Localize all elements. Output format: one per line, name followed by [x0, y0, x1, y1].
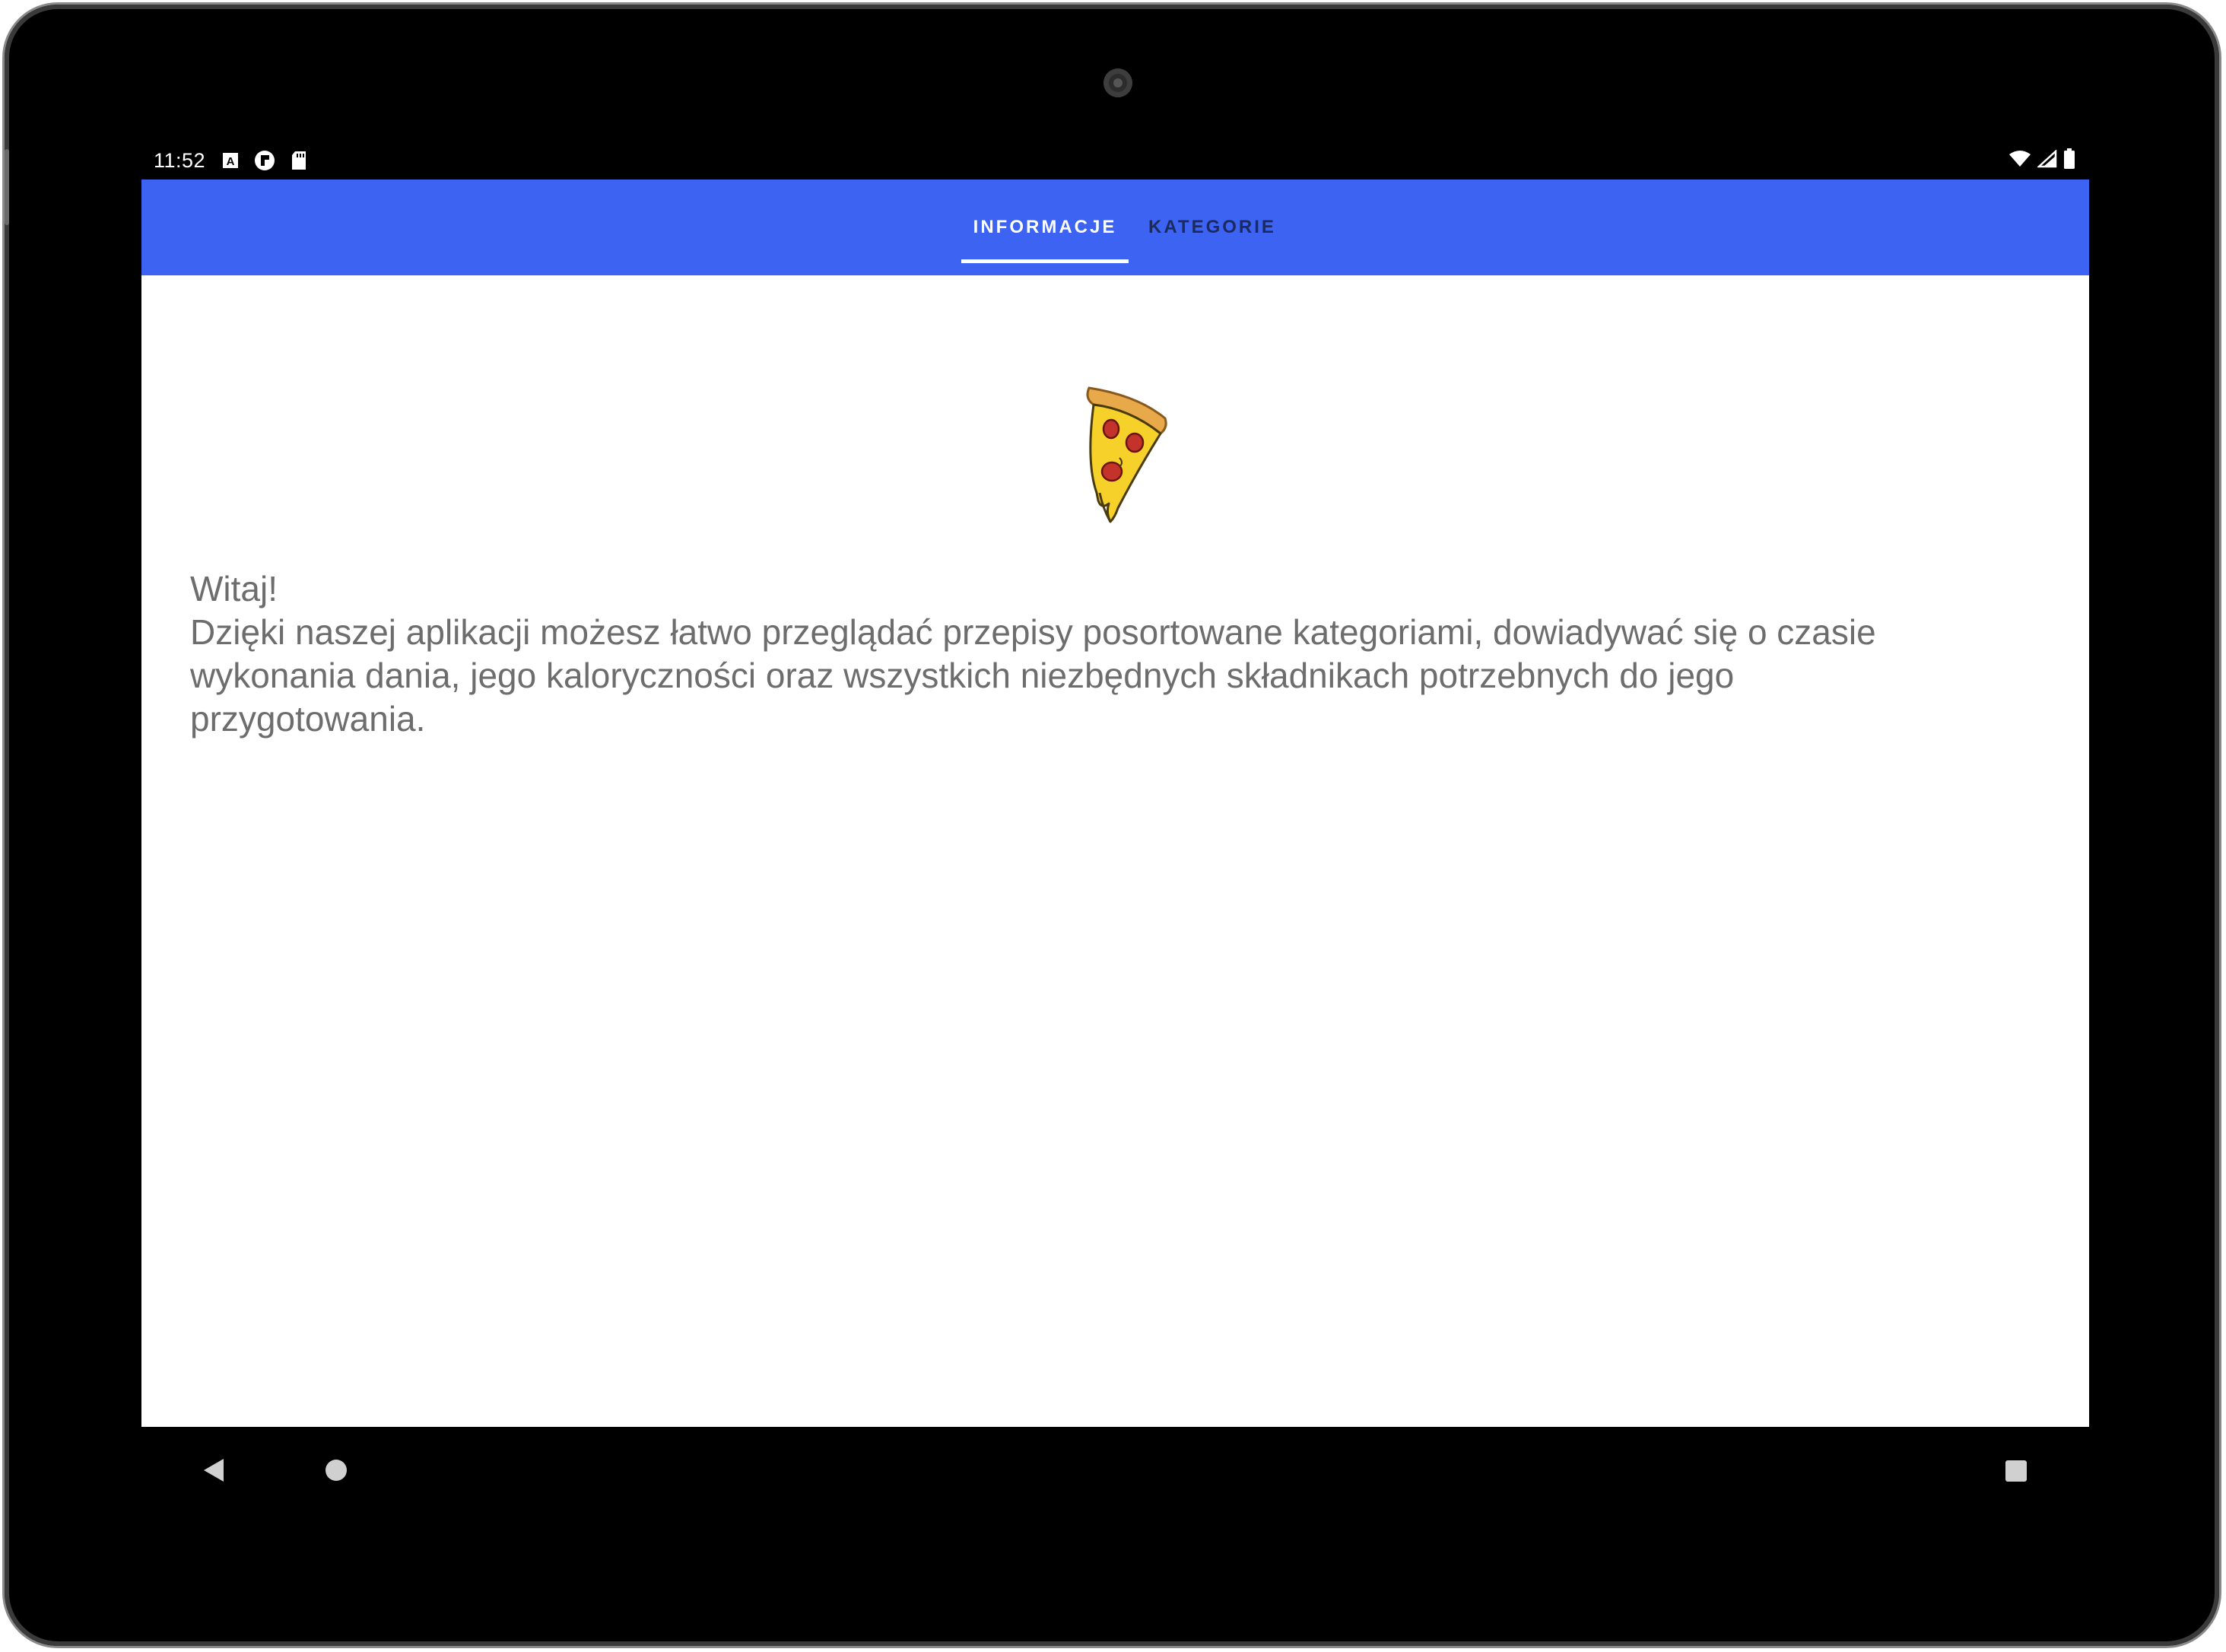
side-button: [5, 149, 9, 225]
tab-kategorie[interactable]: KATEGORIE: [1129, 179, 1296, 275]
system-nav-bar: [141, 1427, 2089, 1518]
cell-signal-icon: [2036, 148, 2057, 172]
battery-icon: [2063, 148, 2075, 173]
status-bar: 11:52 A: [141, 141, 2089, 179]
recents-icon[interactable]: [2005, 1460, 2028, 1486]
pizza-slice-image: [1054, 379, 1206, 531]
welcome-greeting: Witaj!: [190, 569, 278, 608]
tab-informacje[interactable]: INFORMACJE: [961, 179, 1129, 275]
notification-circle-icon: [254, 150, 275, 171]
wifi-icon: [2008, 150, 2031, 172]
welcome-text: Witaj! Dzięki naszej aplikacji możesz ła…: [190, 567, 1962, 741]
tab-indicator: [961, 259, 1129, 263]
tab-bar: INFORMACJE KATEGORIE: [961, 179, 1296, 275]
front-camera: [1103, 68, 1132, 97]
back-icon[interactable]: [202, 1457, 225, 1487]
sd-card-icon: [291, 151, 307, 170]
app-screen: INFORMACJE KATEGORIE Witaj! Dzięki nasze…: [141, 179, 2089, 1427]
keyboard-a-icon: A: [222, 152, 239, 169]
welcome-body: Dzięki naszej aplikacji możesz łatwo prz…: [190, 612, 1876, 739]
tab-informacje-label: INFORMACJE: [973, 217, 1117, 237]
svg-text:A: A: [227, 155, 235, 168]
tab-kategorie-label: KATEGORIE: [1148, 217, 1276, 237]
status-time: 11:52: [154, 148, 206, 172]
home-icon[interactable]: [325, 1459, 348, 1485]
app-toolbar: INFORMACJE KATEGORIE: [141, 179, 2089, 275]
